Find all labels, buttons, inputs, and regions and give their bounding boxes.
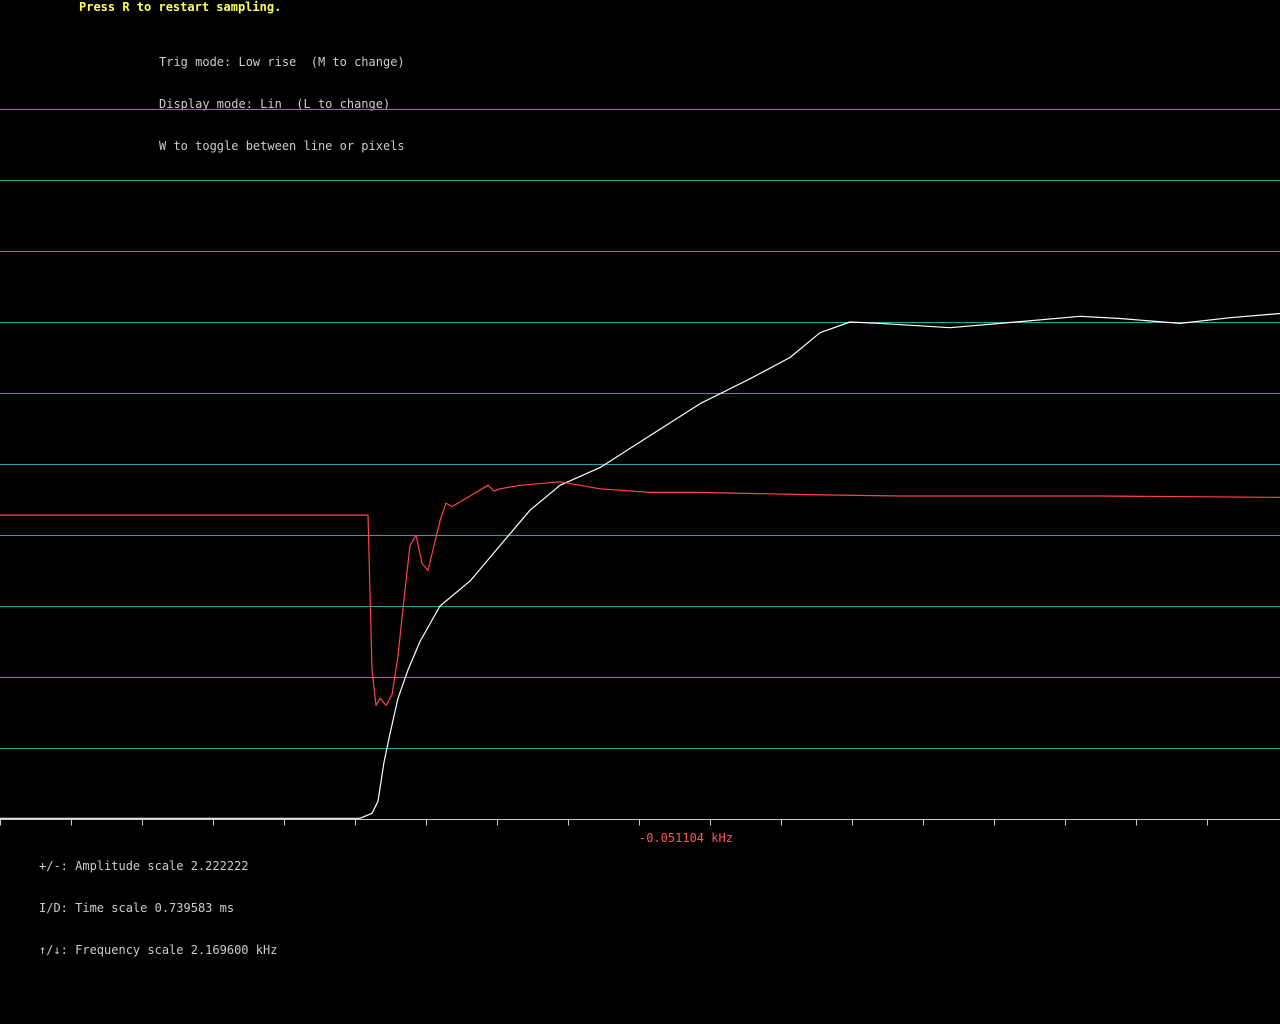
waveform-trace [0, 312, 1280, 819]
scale-info: +/-: Amplitude scale 2.222222 I/D: Time … [39, 831, 277, 971]
frequency-trace [0, 481, 1280, 707]
time-axis [0, 819, 1280, 826]
frequency-readout: -0.051104 kHz [639, 831, 733, 845]
traces [0, 312, 1280, 819]
frequency-scale-label: ↑/↓: Frequency scale 2.169600 kHz [39, 943, 278, 957]
grid-lines [0, 109, 1280, 749]
time-scale-label: I/D: Time scale 0.739583 ms [39, 901, 235, 915]
amplitude-scale-label: +/-: Amplitude scale 2.222222 [39, 859, 249, 873]
